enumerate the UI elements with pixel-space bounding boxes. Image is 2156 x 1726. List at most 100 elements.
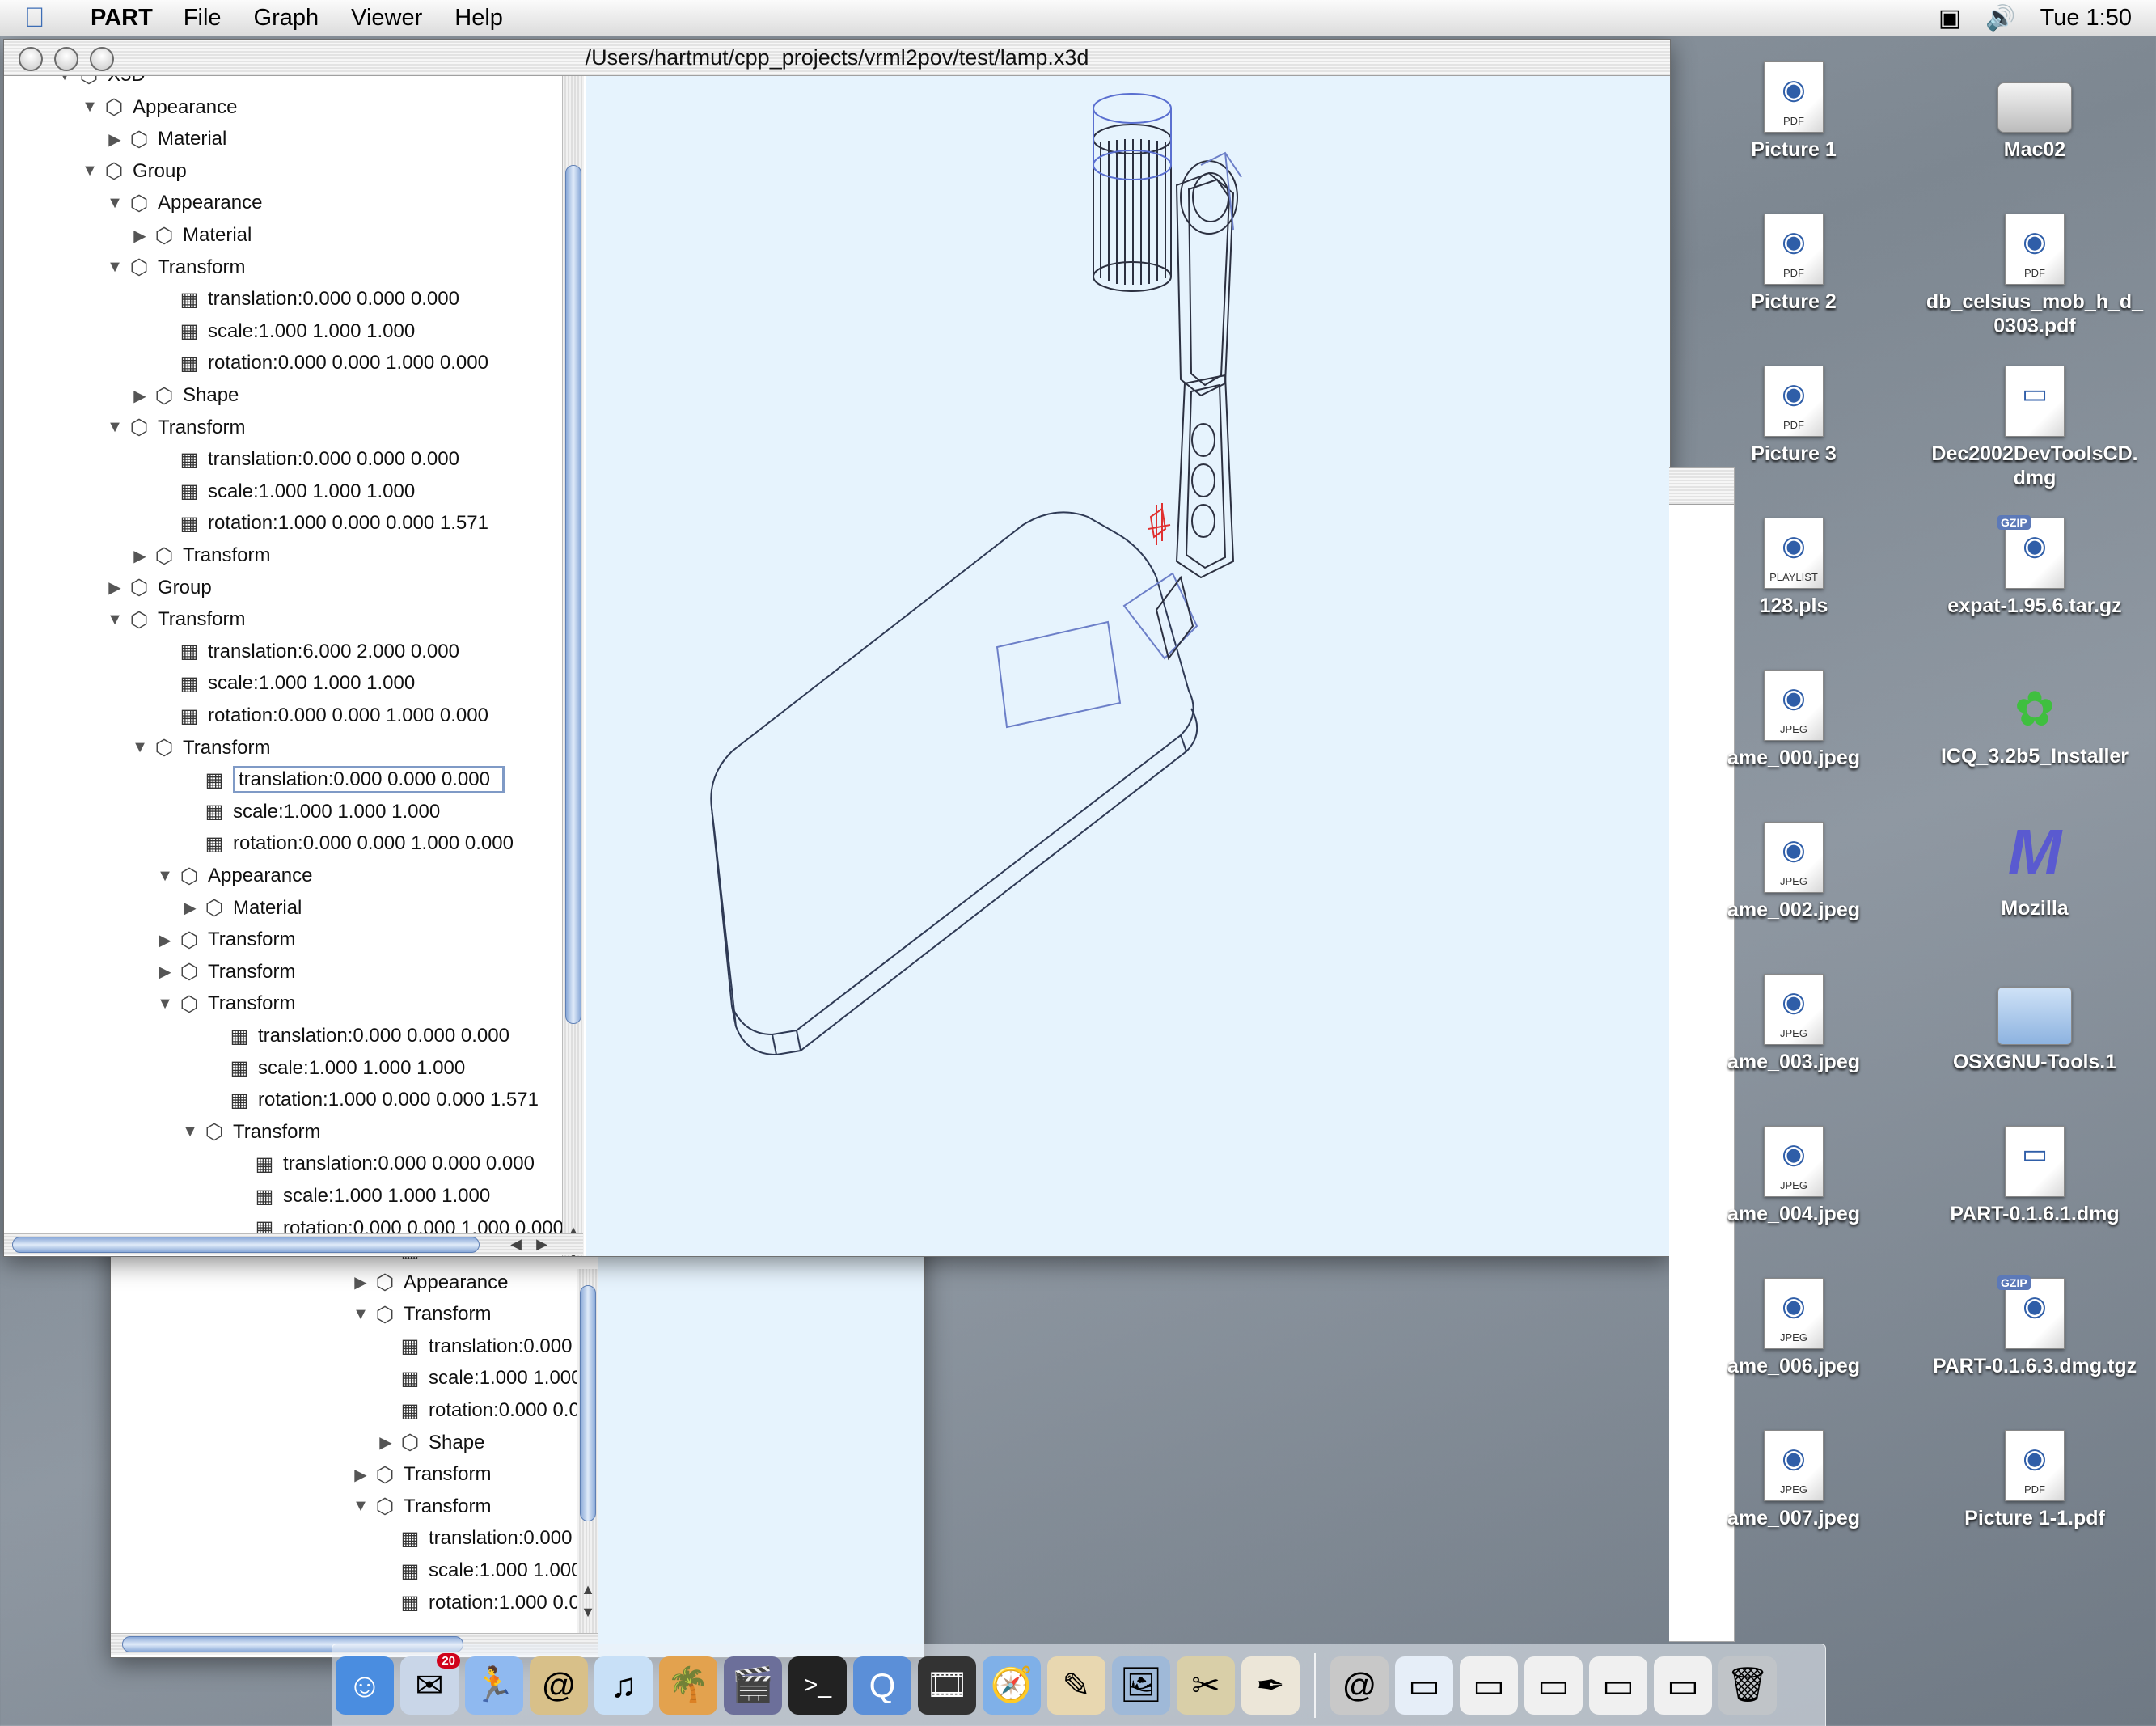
scroll-left-arrow-icon[interactable]: ◀ (505, 1236, 526, 1253)
tree-field-row[interactable]: ▦ translation:0.000 0.000 0.000 (205, 1021, 509, 1051)
field-edit-input[interactable]: translation:0.000 0.000 0.000 (233, 766, 505, 794)
disclosure-collapsed-icon[interactable]: ▶ (180, 898, 201, 918)
tree-node-row[interactable]: ▼⬡ X3D (54, 76, 146, 91)
tree-field-row[interactable]: ▦ translation:0.000 -0.500 (375, 1331, 577, 1362)
disclosure-collapsed-icon[interactable]: ▶ (350, 1272, 371, 1292)
tree-node-row[interactable]: ▼ ⬡ Transform (350, 1491, 491, 1522)
clapper-icon[interactable]: 🎞 (918, 1656, 976, 1715)
tree-node-row[interactable]: ▼ ⬡ Transform (104, 604, 245, 635)
desktop-icon[interactable]: ◉ JPEG ame_003.jpeg (1672, 974, 1915, 1074)
scroll-right-arrow-icon[interactable]: ▶ (531, 1236, 552, 1253)
tree-node-row[interactable]: ▶ ⬡ Group (104, 573, 211, 603)
tree-field-row[interactable]: ▦ translation:0.000 0.000 0.000 (180, 764, 505, 795)
tree-field-row[interactable]: ▦ rotation:1.000 0.000 0.0 (375, 1588, 577, 1618)
safari-icon[interactable]: 🧭 (983, 1656, 1041, 1715)
disclosure-collapsed-icon[interactable]: ▶ (154, 962, 175, 982)
tree-node-row[interactable]: ▼ ⬡ Transform (180, 1117, 320, 1148)
tree-field-row[interactable]: ▦ scale:1.000 1.000 1.000 (205, 1053, 466, 1084)
desktop-icon[interactable]: M Mozilla (1913, 816, 2156, 920)
apple-menu-icon[interactable]:  (24, 2, 71, 34)
tree-field-row[interactable]: ▦ rotation:0.000 0.000 1.000 0.000 (180, 828, 514, 859)
tree-field-row[interactable]: ▦ scale:1.000 1.000 1.000 (154, 316, 416, 347)
desktop-icon[interactable]: OSXGNU-Tools.1 (1913, 974, 2156, 1074)
desktop-icon[interactable]: ◉ PDF Picture 2 (1672, 214, 1915, 314)
mail-icon[interactable]: ✉ 20 (400, 1652, 460, 1715)
tree-field-row[interactable]: ▦ scale:1.000 1.000 1.000 (375, 1363, 577, 1394)
3d-viewport[interactable] (586, 76, 1670, 1256)
tree-node-row[interactable]: ▶ ⬡ Transform (154, 957, 295, 988)
disclosure-collapsed-icon[interactable]: ▶ (154, 930, 175, 950)
disclosure-collapsed-icon[interactable]: ▶ (129, 226, 150, 246)
desktop-icon[interactable]: ▭ Dec2002DevToolsCD. dmg (1913, 366, 2156, 490)
back-scroll-up-arrow-icon[interactable]: ▲ (577, 1581, 598, 1598)
tree-field-row[interactable]: ▦ translation:0.000 0.000 0.000 (154, 444, 459, 475)
menu-help[interactable]: Help (454, 5, 503, 32)
disclosure-expanded-icon[interactable]: ▼ (104, 258, 125, 277)
tree-field-row[interactable]: ▦ rotation:0.000 0.000 1.000 0.000 (154, 348, 488, 379)
desktop-icon[interactable]: ◉ PDF Picture 1-1.pdf (1913, 1430, 2156, 1530)
terminal-icon[interactable]: >_ (788, 1656, 847, 1715)
minimized-window-3-icon[interactable]: ▭ (1524, 1656, 1583, 1715)
project-builder-icon[interactable]: ✎ (1047, 1656, 1105, 1715)
disclosure-expanded-icon[interactable]: ▼ (350, 1305, 371, 1324)
back-scroll-down-arrow-icon[interactable]: ▼ (577, 1604, 598, 1621)
disclosure-collapsed-icon[interactable]: ▶ (129, 386, 150, 406)
disclosure-expanded-icon[interactable]: ▼ (54, 76, 75, 85)
tree-node-row[interactable]: ▶ ⬡ Material (180, 893, 302, 924)
desktop-icon[interactable]: Mac02 (1913, 61, 2156, 162)
desktop-icon[interactable]: ▭ PART-0.1.6.1.dmg (1913, 1126, 2156, 1226)
disclosure-expanded-icon[interactable]: ▼ (104, 611, 125, 629)
tree-field-row[interactable]: ▦ scale:1.000 1.000 1.000 (154, 476, 416, 507)
tree-node-row[interactable]: ▶ ⬡ Transform (350, 1459, 491, 1490)
preview-icon[interactable]: 🖼 (1112, 1656, 1170, 1715)
tree-field-row[interactable]: ▦ rotation:1.000 0.000 0.000 1.571 (154, 508, 488, 539)
tree-node-row[interactable]: ▼ ⬡ Group (79, 156, 187, 187)
tree-field-row[interactable]: ▦ translation:0.000 0.000 0.000 (230, 1149, 535, 1179)
tree-node-row[interactable]: ▶ ⬡ Transform (129, 540, 270, 571)
disclosure-expanded-icon[interactable]: ▼ (104, 418, 125, 437)
minimized-window-4-icon[interactable]: ▭ (1589, 1656, 1647, 1715)
tree-vertical-scrollbar[interactable]: ▲ ▼ (562, 76, 584, 1256)
network-icon[interactable]: @ (1330, 1656, 1389, 1715)
minimized-window-2-icon[interactable]: ▭ (1460, 1656, 1518, 1715)
tree-field-row[interactable]: ▦ scale:1.000 1.000 1.000 (180, 797, 441, 827)
desktop-icon[interactable]: ◉ GZIP expat-1.95.6.tar.gz (1913, 515, 2156, 618)
desktop-icon[interactable]: ◉ PDF Picture 1 (1672, 61, 1915, 162)
minimize-button[interactable] (54, 47, 78, 71)
tree-field-row[interactable]: ▦ scale:1.000 1.000 1.000 (154, 668, 416, 699)
tree-field-row[interactable]: ▦ scale:1.000 1.000 1.000 (375, 1555, 577, 1586)
tree-node-row[interactable]: ▼ ⬡ Transform (104, 412, 245, 443)
ichat-icon[interactable]: 🏃 (465, 1656, 523, 1715)
minimized-window-5-icon[interactable]: ▭ (1654, 1656, 1712, 1715)
tree-node-row[interactable]: ▶ ⬡ Shape (129, 380, 239, 411)
tree-node-row[interactable]: ▶ ⬡ Material (129, 220, 252, 251)
menu-file[interactable]: File (184, 5, 222, 32)
imovie-icon[interactable]: 🎬 (724, 1656, 782, 1715)
disclosure-collapsed-icon[interactable]: ▶ (129, 546, 150, 566)
volume-icon[interactable]: 🔊 (1985, 4, 2015, 32)
desktop-icon[interactable]: ◉ JPEG ame_007.jpeg (1672, 1430, 1915, 1530)
tree-field-row[interactable]: ▦ rotation:0.000 0.000 1.000 0.000 (154, 700, 488, 731)
tree-field-row[interactable]: ▦ translation:6.000 2.000 0.000 (154, 637, 459, 667)
tree-node-row[interactable]: ▶ ⬡ Material (104, 124, 226, 154)
tree-node-row[interactable]: ▶ ⬡ Transform (154, 924, 295, 955)
back-tree-vertical-scrollbar[interactable]: ▲ ▼ (577, 1269, 598, 1633)
menu-clock[interactable]: Tue 1:50 (2040, 5, 2132, 32)
tree-field-row[interactable]: ▦ translation:0.000 0.000 (375, 1523, 577, 1554)
menu-viewer[interactable]: Viewer (351, 5, 422, 32)
drawing-app-icon[interactable]: ✂ (1177, 1656, 1235, 1715)
address-book-icon[interactable]: @ (530, 1656, 588, 1715)
disclosure-collapsed-icon[interactable]: ▶ (104, 577, 125, 598)
disclosure-expanded-icon[interactable]: ▼ (180, 1123, 201, 1141)
desktop-icon[interactable]: ◉ GZIP PART-0.1.6.3.dmg.tgz (1913, 1275, 2156, 1378)
desktop-icon[interactable]: ◉ PDF db_celsius_mob_h_d_ 0303.pdf (1913, 214, 2156, 338)
disclosure-expanded-icon[interactable]: ▼ (129, 738, 150, 757)
close-button[interactable] (19, 47, 43, 71)
minimized-window-1-icon[interactable]: ▭ (1395, 1656, 1453, 1715)
tree-horizontal-scrollbar[interactable]: ◀ ▶ (4, 1233, 583, 1255)
tree-node-row[interactable]: ▼ ⬡ Appearance (79, 92, 237, 123)
disclosure-collapsed-icon[interactable]: ▶ (350, 1465, 371, 1485)
trash-icon[interactable]: 🗑 (1718, 1656, 1777, 1715)
tree-node-row[interactable]: ▼ ⬡ Transform (350, 1299, 491, 1330)
tree-hscroll-thumb[interactable] (12, 1237, 480, 1253)
